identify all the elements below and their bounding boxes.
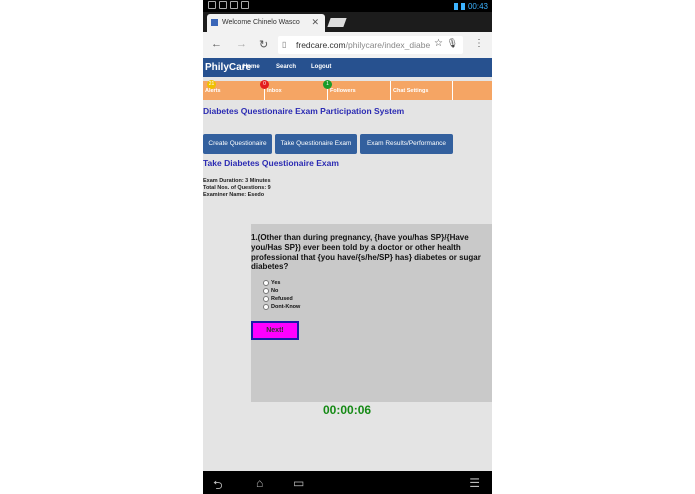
menu-inbox-label: Inbox bbox=[267, 88, 282, 94]
notification-icon bbox=[208, 1, 216, 9]
bookmark-star-icon[interactable]: ☆ bbox=[434, 38, 443, 49]
question-text: 1.(Other than during pregnancy, {have yo… bbox=[251, 233, 481, 272]
menu-chat-settings-label: Chat Settings bbox=[393, 88, 429, 94]
address-bar[interactable]: ▯ fredcare.com/philycare/index_diabe ☆ 🎙… bbox=[278, 36, 463, 54]
option-label: No bbox=[271, 288, 279, 294]
option-no[interactable]: No bbox=[263, 288, 278, 294]
new-tab-button[interactable] bbox=[327, 18, 347, 27]
notification-icons bbox=[208, 1, 249, 9]
notification-icon bbox=[219, 1, 227, 9]
examiner-name: Examiner Name: Esedo bbox=[203, 192, 265, 198]
browser-toolbar: ← → ↻ ▯ fredcare.com/philycare/index_dia… bbox=[203, 32, 492, 59]
notification-icon bbox=[241, 1, 249, 9]
menu-alerts[interactable]: 21 Alerts bbox=[203, 80, 265, 100]
system-recent-apps-icon[interactable]: ▭ bbox=[293, 476, 304, 490]
radio-button[interactable] bbox=[263, 288, 269, 294]
system-back-icon[interactable]: ⮌ bbox=[213, 476, 223, 494]
nav-logout-link[interactable]: Logout bbox=[311, 64, 331, 70]
option-refused[interactable]: Refused bbox=[263, 296, 293, 302]
battery-icon bbox=[460, 3, 465, 10]
menu-inbox[interactable]: 0 Inbox bbox=[260, 80, 328, 100]
create-questionaire-button[interactable]: Create Questionaire bbox=[203, 134, 272, 154]
reload-icon[interactable]: ↻ bbox=[259, 38, 268, 51]
menu-followers-label: Followers bbox=[330, 88, 356, 94]
option-label: Refused bbox=[271, 296, 293, 302]
browser-tab-strip: Welcome Chinelo Wasco ✕ bbox=[203, 12, 492, 32]
clock: 00:43 bbox=[467, 2, 488, 11]
next-button[interactable]: Next! bbox=[251, 321, 299, 340]
page-info-icon[interactable]: ▯ bbox=[282, 40, 286, 49]
option-dont-know[interactable]: Dont-Know bbox=[263, 304, 300, 310]
notification-icon bbox=[230, 1, 238, 9]
option-label: Yes bbox=[271, 280, 281, 286]
system-menu-icon[interactable]: ☰ bbox=[469, 476, 480, 490]
menu-followers[interactable]: 1 Followers bbox=[323, 80, 391, 100]
tab-title: Welcome Chinelo Wasco bbox=[222, 19, 300, 26]
system-navigation-bar: ⮌ ⌂ ▭ ☰ bbox=[203, 471, 492, 494]
url-text: fredcare.com/philycare/index_diabe bbox=[296, 40, 431, 50]
signal-icon bbox=[453, 3, 458, 10]
back-icon[interactable]: ← bbox=[211, 38, 222, 50]
forward-icon[interactable]: → bbox=[236, 38, 247, 50]
close-tab-icon[interactable]: ✕ bbox=[311, 17, 319, 28]
site-navbar: PhilyCare Home Search Logout bbox=[203, 58, 492, 77]
page-title: Diabetes Questionaire Exam Participation… bbox=[203, 106, 405, 116]
option-yes[interactable]: Yes bbox=[263, 280, 280, 286]
question-panel: 1.(Other than during pregnancy, {have yo… bbox=[251, 224, 492, 402]
exam-timer: 00:00:06 bbox=[323, 403, 372, 417]
url-domain: fredcare.com bbox=[296, 40, 346, 50]
url-path: /philycare/index_diabe bbox=[345, 40, 431, 50]
status-bar: 00:43 bbox=[203, 0, 492, 12]
overflow-menu-icon[interactable]: ⋮ bbox=[474, 38, 484, 49]
notification-menu-bar: 21 Alerts 0 Inbox 1 Followers Chat Setti… bbox=[203, 80, 492, 100]
radio-button[interactable] bbox=[263, 304, 269, 310]
browser-tab[interactable]: Welcome Chinelo Wasco ✕ bbox=[207, 14, 325, 32]
take-questionaire-exam-button[interactable]: Take Questionaire Exam bbox=[275, 134, 357, 154]
exam-results-button[interactable]: Exam Results/Performance bbox=[360, 134, 453, 154]
nav-search-link[interactable]: Search bbox=[276, 64, 296, 70]
menu-chat-settings[interactable]: Chat Settings bbox=[391, 81, 453, 100]
favicon-icon bbox=[211, 19, 218, 26]
radio-button[interactable] bbox=[263, 296, 269, 302]
exam-heading: Take Diabetes Questionaire Exam bbox=[203, 158, 339, 168]
phone-screen: 00:43 Welcome Chinelo Wasco ✕ ← → ↻ ▯ fr… bbox=[203, 0, 492, 494]
total-questions: Total Nos. of Questions: 9 bbox=[203, 185, 271, 191]
microphone-icon[interactable]: 🎙︎ bbox=[447, 38, 458, 49]
exam-duration: Exam Duration: 3 Minutes bbox=[203, 178, 271, 184]
menu-alerts-label: Alerts bbox=[205, 88, 221, 94]
system-home-icon[interactable]: ⌂ bbox=[256, 476, 263, 490]
radio-button[interactable] bbox=[263, 280, 269, 286]
nav-home-link[interactable]: Home bbox=[243, 64, 260, 70]
option-label: Dont-Know bbox=[271, 304, 301, 310]
status-icons: 00:43 bbox=[453, 2, 488, 11]
